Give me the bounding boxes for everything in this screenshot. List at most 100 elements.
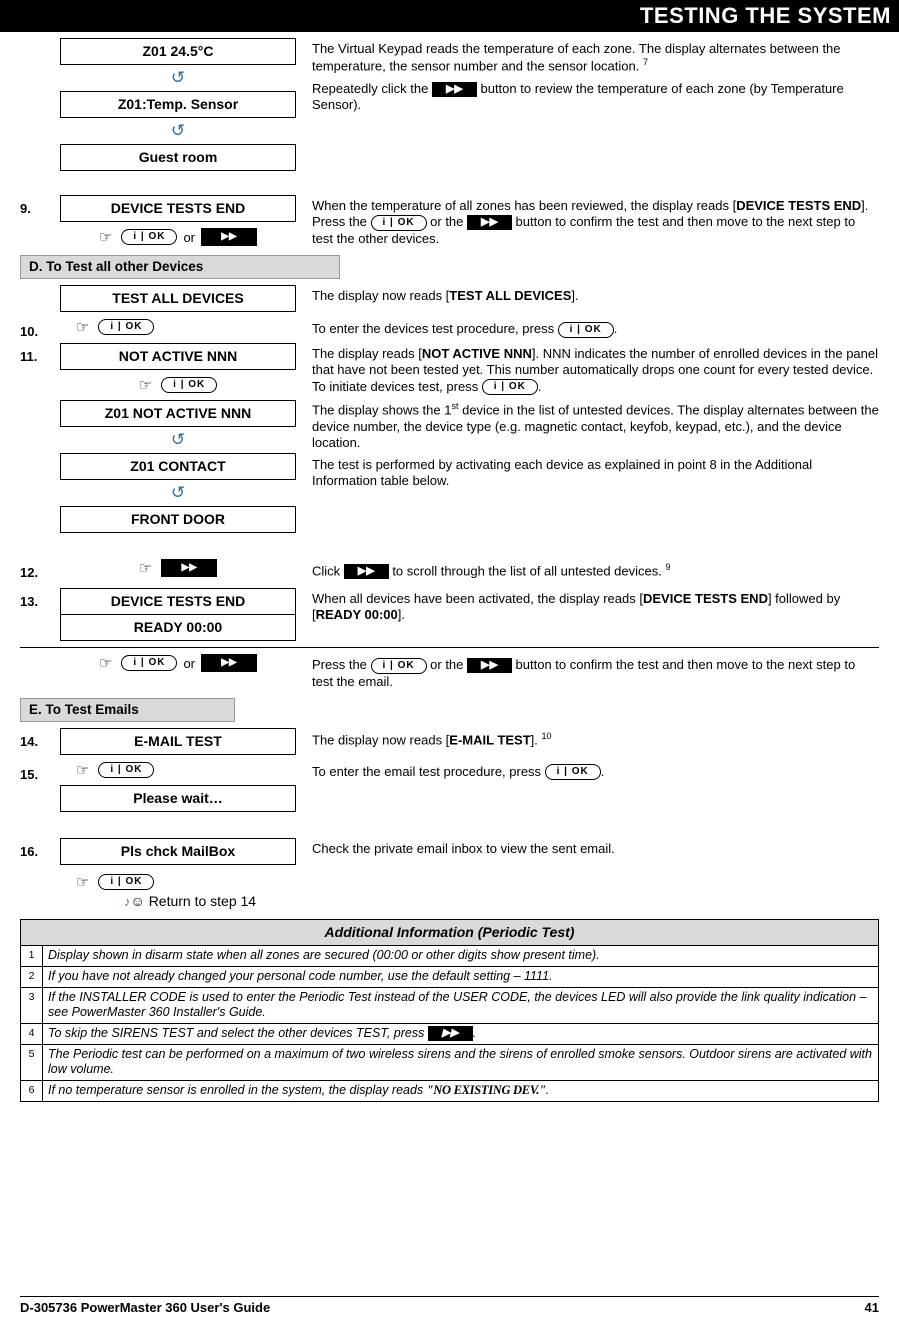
table-row: 3 If the INSTALLER CODE is used to enter…: [20, 986, 879, 1024]
test-all-text-a: The display now reads [: [312, 288, 450, 304]
ok-button-icon[interactable]: i | OK: [557, 321, 614, 338]
step-10-text-a: To enter the devices test procedure, pre…: [312, 321, 558, 337]
step-12: 12. ☞ ▶▶ Click ▶▶ to scroll through the …: [20, 559, 879, 580]
next-button-icon[interactable]: ▶▶: [201, 228, 257, 246]
ok-button-icon[interactable]: i | OK: [161, 377, 218, 394]
section-divider: [20, 647, 879, 649]
ok-button-icon[interactable]: i | OK: [98, 761, 155, 778]
next-button-icon[interactable]: ▶▶: [201, 654, 257, 673]
ok-button-icon[interactable]: i | OK: [121, 229, 178, 245]
ok-button-icon[interactable]: i | OK: [121, 655, 178, 672]
table-header-row: Additional Information (Periodic Test): [20, 918, 879, 946]
next-button-icon[interactable]: ▶▶: [427, 1025, 473, 1041]
step-15-number: 15.: [20, 766, 39, 782]
temperature-description: The Virtual Keypad reads the temperature…: [302, 38, 879, 171]
lcd-email-test: E-MAIL TEST: [60, 727, 296, 755]
lcd-front-door: FRONT DOOR: [60, 506, 296, 534]
step-9-keys: ☞ i | OK or ▶▶: [54, 228, 302, 246]
test-all-devices-block: TEST ALL DEVICES The display now reads […: [20, 285, 879, 313]
section-header-d: D. To Test all other Devices: [20, 255, 340, 280]
table-row: 1 Display shown in disarm state when all…: [20, 944, 879, 967]
next-button-icon[interactable]: ▶▶: [467, 658, 512, 674]
row-text: If no temperature sensor is enrolled in …: [42, 1079, 879, 1102]
pointing-hand-icon: ☞: [138, 560, 153, 578]
next-button-icon[interactable]: ▶▶: [161, 559, 218, 578]
row-index: 3: [20, 986, 43, 1024]
step-14-number: 14.: [20, 733, 39, 749]
temperature-text-1: The Virtual Keypad reads the temperature…: [312, 41, 841, 74]
step-11-keys: ☞ i | OK: [54, 376, 302, 394]
ok-button-icon[interactable]: i | OK: [370, 657, 427, 674]
row-index: 5: [20, 1043, 43, 1081]
step-11-paragraph-1: The display reads [NOT ACTIVE NNN]. NNN …: [312, 346, 879, 396]
page-title: TESTING THE SYSTEM: [0, 0, 899, 32]
next-button-icon[interactable]: ▶▶: [343, 564, 389, 580]
pointing-hand-icon: ☞: [138, 377, 153, 395]
ok-button-icon[interactable]: i | OK: [370, 214, 427, 231]
return-to-step: ♪☺ Return to step 14: [54, 893, 302, 909]
step-9-text-b: DEVICE TESTS END: [736, 198, 862, 213]
return-label: Return to step 14: [148, 892, 257, 909]
ok-button-icon[interactable]: i | OK: [544, 764, 601, 781]
lcd-zone-sensor: Z01:Temp. Sensor: [60, 91, 296, 118]
step-13: 13. DEVICE TESTS END READY 00:00 When al…: [20, 588, 879, 642]
step-16-description: Check the private email inbox to view th…: [312, 840, 615, 856]
step-16: 16. Pls chck MailBox ☞ i | OK ♪☺ Return …: [20, 837, 879, 909]
step-11-text-a: The display reads [: [312, 346, 422, 362]
pointing-hand-icon: ☞: [98, 655, 113, 673]
step-13-number: 13.: [20, 594, 39, 610]
lcd-device-tests-end: DEVICE TESTS END: [60, 195, 296, 222]
ok-button-icon[interactable]: i | OK: [98, 873, 155, 890]
step-13-text-b: DEVICE TESTS END: [642, 591, 768, 607]
row-text-b: .: [472, 1025, 477, 1040]
step-12-description: Click ▶▶ to scroll through the list of a…: [302, 559, 879, 580]
pointing-hand-icon: ☞: [76, 761, 90, 779]
step-10: 10. ☞ i | OK To enter the devices test p…: [20, 318, 879, 339]
lcd-z01-not-active-nnn: Z01 NOT ACTIVE NNN: [60, 400, 296, 428]
step-15-description: To enter the email test procedure, press…: [302, 761, 879, 812]
step-10-keys: ☞ i | OK: [54, 318, 302, 336]
step-10-text-b: .: [613, 321, 618, 337]
step-12-keys: ☞ ▶▶: [54, 559, 302, 578]
step-9: 9. DEVICE TESTS END ☞ i | OK or ▶▶ When …: [20, 195, 879, 247]
ok-button-icon[interactable]: i | OK: [481, 379, 538, 396]
section-header-e: E. To Test Emails: [20, 697, 235, 722]
footnote-ref-10: 10: [541, 730, 552, 741]
row-quote: "NO EXISTING DEV.": [426, 1082, 546, 1097]
test-all-text-c: ].: [571, 288, 579, 304]
pointing-hand-icon: ☞: [76, 873, 90, 891]
step-14: 14. E-MAIL TEST The display now reads [E…: [20, 727, 879, 755]
step-11-text-d: .: [537, 378, 542, 394]
test-all-description: The display now reads [TEST ALL DEVICES]…: [302, 285, 879, 312]
additional-information-table: Additional Information (Periodic Test) 1…: [20, 918, 879, 1102]
step-13b-keys: ☞ i | OK or ▶▶: [54, 654, 302, 673]
row-text: Display shown in disarm state when all z…: [42, 944, 879, 967]
step-9-text-d: or the: [426, 214, 467, 230]
step-11-paragraph-2: The display shows the 1st device in the …: [312, 401, 879, 451]
step-11-description: The display reads [NOT ACTIVE NNN]. NNN …: [302, 343, 879, 533]
step-11-number: 11.: [20, 349, 38, 365]
lcd-pls-chck-mailbox: Pls chck MailBox: [60, 837, 296, 865]
step-9-text-a: When the temperature of all zones has be…: [312, 198, 737, 213]
content-area: Z01 24.5°C ↺ Z01:Temp. Sensor ↺ Guest ro…: [20, 38, 879, 1102]
step-14-left: E-MAIL TEST: [54, 727, 302, 755]
step-11-text-e: The display shows the 1: [312, 402, 452, 418]
step-9-number: 9.: [20, 201, 31, 216]
table-row: 5 The Periodic test can be performed on …: [20, 1043, 879, 1081]
lcd-z01-contact: Z01 CONTACT: [60, 453, 296, 481]
step-16-number: 16.: [20, 843, 39, 859]
row-text: If you have not already changed your per…: [42, 965, 879, 988]
ok-button-icon[interactable]: i | OK: [98, 319, 155, 336]
next-button-icon[interactable]: ▶▶: [431, 81, 477, 97]
lcd-device-tests-end-2: DEVICE TESTS END: [60, 588, 296, 616]
blank-num-2: [20, 654, 54, 690]
footnote-ref-7: 7: [642, 57, 648, 68]
step-15-text-b: .: [600, 763, 605, 779]
test-all-text-b: TEST ALL DEVICES: [449, 288, 572, 304]
step-11-text-b: NOT ACTIVE NNN: [421, 346, 532, 362]
temperature-paragraph-1: The Virtual Keypad reads the temperature…: [312, 41, 879, 75]
step-12-left: ☞ ▶▶: [54, 559, 302, 580]
next-button-icon[interactable]: ▶▶: [467, 215, 512, 231]
step-10-left: ☞ i | OK: [54, 318, 302, 339]
step-13-left: DEVICE TESTS END READY 00:00: [54, 588, 302, 642]
